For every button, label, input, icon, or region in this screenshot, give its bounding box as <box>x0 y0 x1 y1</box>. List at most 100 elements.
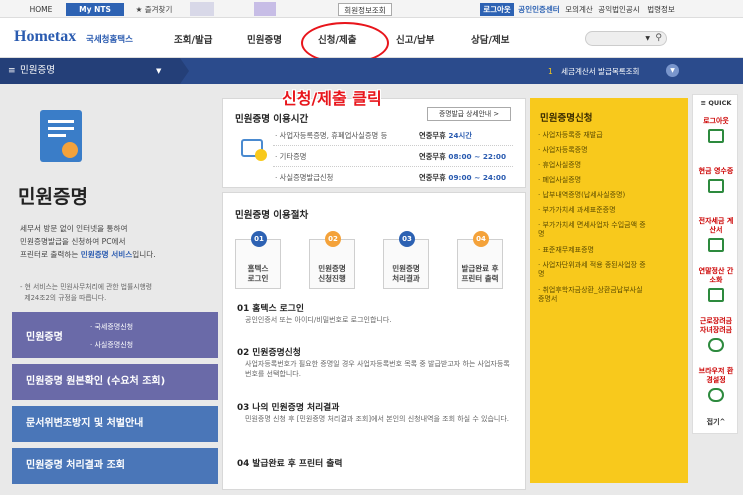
row-text: 사업자등록증명, 휴폐업사실증명 등 <box>279 131 388 140</box>
gnb-consult[interactable]: 상담/제보 <box>471 32 509 46</box>
heart-icon <box>708 338 724 352</box>
row-text: 기타증명 <box>279 152 307 161</box>
apply-item[interactable]: · 폐업사실증명 <box>538 176 646 185</box>
quick-incentive[interactable]: 근로장려금 자녀장려금 <box>698 317 734 352</box>
step-label: 프린터 출력 <box>461 274 499 283</box>
member-search-button[interactable]: 회원정보조회 <box>338 3 392 16</box>
quick-collapse-button[interactable]: 접기^ <box>693 417 739 427</box>
step-number: 04 <box>473 231 489 247</box>
top-utility-bar: HOME My NTS ★ 즐겨찾기 회원정보조회 로그아웃 공인인증센터 모의… <box>0 0 743 18</box>
logo-text: Hometax <box>14 28 77 45</box>
detail-guide-button[interactable]: 증명발급 상세안내 > <box>427 107 511 121</box>
logout-button[interactable]: 로그아웃 <box>480 3 514 16</box>
procedure-panel: 민원증명 이용절차 01 홈텍스 로그인 02 민원증명 신청진행 03 민원증명 처리결과… <box>222 192 526 490</box>
notice-link[interactable]: 공익법인공시 <box>597 3 641 16</box>
nav-original-check[interactable]: 민원증명 원본확인 (수요처 조회) <box>12 364 218 400</box>
cert-center-link[interactable]: 공인인증센터 <box>517 3 561 16</box>
apply-item[interactable]: · 휴업사실증명 <box>538 161 646 170</box>
step-label: 민원증명 <box>392 264 420 273</box>
section-heading: 04 발급완료 후 프린터 출력 <box>237 459 343 469</box>
apply-item[interactable]: · 사업자등록증명 <box>538 146 646 155</box>
path-selector[interactable]: ≡ 민원증명 ▼ <box>0 58 180 84</box>
clock-icon <box>255 149 267 161</box>
quick-year-end[interactable]: 연말정산 간소화 <box>698 267 734 302</box>
quick-cash-receipt[interactable]: 현금 영수증 <box>698 167 734 193</box>
hours-title: 민원증명 이용시간 <box>235 114 309 125</box>
procedure-title: 민원증명 이용절차 <box>235 210 309 221</box>
path-divider <box>180 58 189 84</box>
nav-forgery-guide[interactable]: 문서위변조방지 및 처벌안내 <box>12 406 218 442</box>
path-bar: ≡ 민원증명 ▼ 1 세금계산서 발급목록조회 ▼ <box>0 58 743 84</box>
apply-item[interactable]: · 납부내역증명(납세사실증명) <box>538 191 646 200</box>
section-text: 공인인증서 또는 아이디/비밀번호로 로그인합니다. <box>245 316 392 324</box>
desc-line: 세무서 방문 없이 인터넷을 통하여 <box>20 224 128 233</box>
item-label: 사업자등록증명 <box>542 146 588 154</box>
logo[interactable]: Hometax 국세청홈택스 <box>14 26 164 48</box>
apply-item[interactable]: · 사업자단위과세 적용 종된사업장 증명 <box>538 261 646 279</box>
gnb-certificate[interactable]: 민원증명 <box>247 32 282 46</box>
step-label: 처리결과 <box>392 274 420 283</box>
apply-item[interactable]: · 부가가치세 면세사업자 수입금액 증명 <box>538 221 646 239</box>
item-label: 취업후학자금상환_상환금납부사실증명서 <box>538 286 643 303</box>
gnb-inquiry[interactable]: 조회/발급 <box>174 32 212 46</box>
law-info-link[interactable]: 법령정보 <box>645 3 677 16</box>
step-label: 민원증명 <box>318 264 346 273</box>
step-login: 01 홈텍스 로그인 <box>235 231 281 289</box>
search-input[interactable]: ▼ ⚲ <box>585 31 667 46</box>
nav-certificate[interactable]: 민원증명 · 국세증명신청 · 사실증명신청 <box>12 312 218 358</box>
item-label: 사업자단위과세 적용 종된사업장 증명 <box>538 261 646 278</box>
favorites-link[interactable]: ★ 즐겨찾기 <box>128 3 180 16</box>
mynts-tab[interactable]: My NTS <box>66 3 124 16</box>
search-icon[interactable]: ⚲ <box>655 33 662 43</box>
home-link[interactable]: HOME <box>20 3 62 16</box>
apply-item[interactable]: · 부가가치세 과세표준증명 <box>538 206 646 215</box>
divider <box>273 166 513 167</box>
doc-line <box>48 120 74 123</box>
nav-label: 민원증명 <box>26 332 63 343</box>
item-label: 납부내역증명(납세사실증명) <box>542 191 626 199</box>
divider <box>273 145 513 146</box>
note-line: 제24조2의 규정을 따릅니다. <box>20 294 107 302</box>
row-day: 연중무휴 <box>419 173 446 182</box>
hours-row-label: · 사업자등록증명, 휴폐업사실증명 등 <box>275 131 388 140</box>
nav-sub-national-tax[interactable]: · 국세증명신청 <box>90 322 133 332</box>
item-label: 부가가치세 면세사업자 수입금액 증명 <box>538 221 646 238</box>
step-number: 01 <box>251 231 267 247</box>
quick-label: 브라우저 환경설정 <box>698 367 734 384</box>
chevron-down-circle-icon[interactable]: ▼ <box>666 64 679 77</box>
desc-line: 프린터로 출력하는 민원증명 서비스입니다. <box>20 250 156 259</box>
nav-result-inquiry[interactable]: 민원증명 처리결과 조회 <box>12 448 218 484</box>
quick-label: 근로장려금 자녀장려금 <box>699 317 733 334</box>
quick-logout[interactable]: 로그아웃 <box>698 117 734 143</box>
sub-label: 국세증명신청 <box>94 323 134 331</box>
doc-line <box>48 134 66 137</box>
gnb-report-pay[interactable]: 신고/납부 <box>396 32 434 46</box>
blurred-block <box>190 2 214 16</box>
logout-icon <box>708 129 724 143</box>
invoice-icon <box>708 238 724 252</box>
quick-label: 전자세금 계산서 <box>698 217 734 234</box>
service-note: - 현 서비스는 민원사무처리에 관한 법률시행령 제24조2의 규정을 따릅니… <box>20 282 152 304</box>
step-print: 04 발급완료 후 프린터 출력 <box>457 231 503 289</box>
row-day: 연중무휴 <box>419 152 446 161</box>
desc-line: 민원증명발급을 신청하여 PC에서 <box>20 237 126 246</box>
apply-item[interactable]: · 표준재무제표증명 <box>538 246 646 255</box>
desc-highlight: 민원증명 서비스 <box>80 250 133 259</box>
mock-calc-link[interactable]: 모의계산 <box>565 3 593 16</box>
quick-label: 로그아웃 <box>703 117 729 125</box>
hours-row-label: · 사실증명발급신청 <box>275 173 334 182</box>
tax-invoice-link[interactable]: 1 세금계산서 발급목록조회 <box>548 66 639 77</box>
step-label: 발급완료 후 <box>461 264 499 273</box>
quick-title-text: QUICK <box>708 99 732 107</box>
menu-icon: ≡ <box>8 66 16 76</box>
apply-item[interactable]: · 취업후학자금상환_상환금납부사실증명서 <box>538 286 646 304</box>
hours-row-time: 연중무휴 08:00 ~ 22:00 <box>419 152 506 162</box>
section-heading: 03 나의 민원증명 처리결과 <box>237 403 340 413</box>
apply-item[interactable]: · 사업자등록증 재발급 <box>538 131 646 140</box>
step-label: 신청진행 <box>318 274 346 283</box>
nav-sub-fact[interactable]: · 사실증명신청 <box>90 340 133 350</box>
quick-tax-invoice[interactable]: 전자세금 계산서 <box>698 217 734 252</box>
number-badge: 1 <box>548 67 553 76</box>
quick-browser-settings[interactable]: 브라우저 환경설정 <box>698 367 734 402</box>
step-number: 02 <box>325 231 341 247</box>
